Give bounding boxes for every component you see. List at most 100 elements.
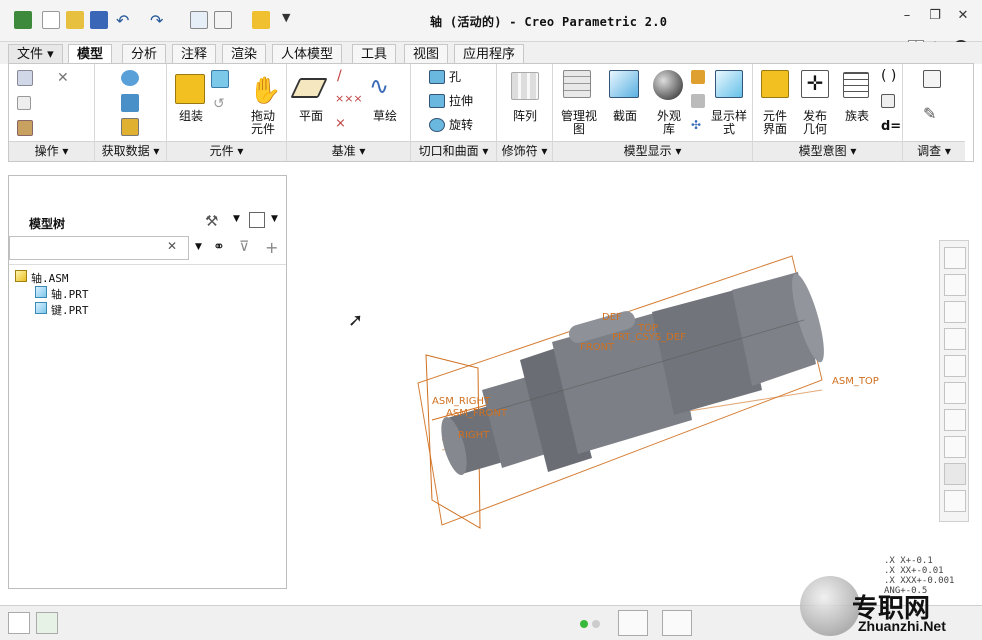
- point-icon[interactable]: ×××: [335, 92, 363, 105]
- new-file-icon[interactable]: [42, 11, 60, 29]
- create-component-icon[interactable]: [211, 70, 229, 88]
- tree-item-part-key[interactable]: 键.PRT: [51, 302, 89, 318]
- restore-icon[interactable]: ❐: [925, 8, 945, 26]
- component-interface-icon[interactable]: [761, 70, 789, 98]
- repeat-icon[interactable]: ↺: [213, 96, 225, 112]
- sketch-button[interactable]: 草绘: [367, 110, 403, 123]
- group-label-component[interactable]: 元件 ▾: [167, 141, 286, 161]
- regenerate-icon[interactable]: [190, 11, 208, 29]
- publish-geometry-icon[interactable]: ✛: [801, 70, 829, 98]
- tools-dropdown-icon[interactable]: ▼: [233, 214, 240, 224]
- parameters-icon[interactable]: [881, 94, 895, 108]
- component-interface-button[interactable]: 元件 界面: [755, 110, 795, 136]
- group-label-modifiers[interactable]: 修饰符 ▾: [497, 141, 552, 161]
- drag-component-button[interactable]: 拖动 元件: [243, 110, 283, 136]
- section-button[interactable]: 截面: [607, 110, 643, 123]
- appearance-gallery-button[interactable]: 外观 库: [649, 110, 689, 136]
- group-label-get-data[interactable]: 获取数据 ▾: [95, 141, 166, 161]
- display-style-icon[interactable]: [944, 355, 966, 377]
- manage-views-button[interactable]: 管理视 图: [557, 110, 601, 136]
- regenerate-icon[interactable]: [17, 70, 33, 86]
- open-folder-icon[interactable]: [66, 11, 84, 29]
- sketch-icon[interactable]: ∿: [369, 72, 389, 100]
- group-label-datum[interactable]: 基准 ▾: [287, 141, 410, 161]
- search-dropdown-icon[interactable]: ▼: [195, 242, 202, 252]
- paste-icon[interactable]: [17, 120, 33, 136]
- perspective-icon[interactable]: ✣: [691, 118, 701, 132]
- revolve-button[interactable]: 旋转: [449, 119, 473, 132]
- group-label-investigate[interactable]: 调查 ▾: [903, 141, 965, 161]
- relations-icon[interactable]: ( ): [881, 68, 896, 84]
- appearance-gallery-icon[interactable]: [653, 70, 683, 100]
- datum-label-asm-right[interactable]: ASM_RIGHT: [432, 396, 491, 407]
- datum-label-front[interactable]: FRONT: [580, 342, 615, 353]
- saved-orientations-icon[interactable]: [944, 382, 966, 404]
- settings-icon[interactable]: [249, 212, 265, 228]
- tab-tools[interactable]: 工具: [352, 44, 397, 64]
- datum-display-icon[interactable]: [944, 436, 966, 458]
- zoom-in-icon[interactable]: [944, 274, 966, 296]
- show-navigator-icon[interactable]: [8, 612, 30, 634]
- pattern-icon[interactable]: [511, 72, 539, 100]
- copy-geometry-icon[interactable]: [121, 94, 139, 112]
- tree-item-part-shaft[interactable]: 轴.PRT: [51, 286, 89, 302]
- annotation-display-icon[interactable]: [944, 463, 966, 485]
- tools-icon[interactable]: ⚒: [205, 212, 218, 230]
- view-manager-icon[interactable]: [944, 409, 966, 431]
- zoom-out-icon[interactable]: [944, 301, 966, 323]
- datum-label-right[interactable]: RIGHT: [458, 430, 490, 441]
- revolve-icon[interactable]: [429, 118, 445, 132]
- close-window-folder-icon[interactable]: [252, 11, 270, 29]
- tab-view[interactable]: 视图: [404, 44, 449, 64]
- hole-button[interactable]: 孔: [449, 71, 461, 84]
- group-label-model-intent[interactable]: 模型意图 ▾: [753, 141, 902, 161]
- plane-button[interactable]: 平面: [293, 110, 329, 123]
- datum-label-def[interactable]: DEF: [602, 312, 622, 323]
- info-icon[interactable]: [923, 70, 941, 88]
- search-input[interactable]: [9, 236, 189, 260]
- group-label-model-display[interactable]: 模型显示 ▾: [553, 141, 752, 161]
- assemble-button[interactable]: 组装: [171, 110, 211, 123]
- layers-icon[interactable]: [691, 94, 705, 108]
- hole-icon[interactable]: [429, 70, 445, 84]
- bar-chart-icon[interactable]: [691, 70, 705, 84]
- settings-dropdown-icon[interactable]: ▼: [271, 214, 278, 224]
- datum-label-top[interactable]: TOP: [637, 323, 658, 334]
- tab-analysis[interactable]: 分析: [122, 44, 167, 64]
- drag-component-icon[interactable]: ✋: [249, 76, 281, 106]
- find-icon[interactable]: ⚭: [213, 239, 225, 255]
- datum-label-asm-front[interactable]: ASM_FRONT: [446, 408, 508, 419]
- tab-render[interactable]: 渲染: [222, 44, 267, 64]
- tab-manikin[interactable]: 人体模型: [272, 44, 343, 64]
- group-label-operations[interactable]: 操作 ▾: [9, 141, 94, 161]
- minimize-icon[interactable]: –: [897, 8, 917, 26]
- close-icon[interactable]: ✕: [953, 8, 973, 26]
- find-icon[interactable]: [618, 610, 648, 636]
- shaft-model[interactable]: [436, 271, 830, 478]
- tab-annotate[interactable]: 注释: [172, 44, 217, 64]
- assemble-icon[interactable]: [175, 74, 205, 104]
- undo-icon[interactable]: ↶: [116, 11, 134, 30]
- display-style-icon[interactable]: [715, 70, 743, 98]
- section-icon[interactable]: [609, 70, 639, 98]
- family-table-button[interactable]: 族表: [837, 110, 877, 123]
- tab-applications[interactable]: 应用程序: [454, 44, 525, 64]
- display-style-button[interactable]: 显示样 式: [709, 110, 749, 136]
- copy-icon[interactable]: [17, 96, 31, 110]
- tab-file[interactable]: 文件 ▾: [8, 44, 63, 64]
- user-defined-feature-icon[interactable]: [121, 70, 139, 86]
- spin-center-icon[interactable]: [944, 490, 966, 512]
- publish-geometry-button[interactable]: 发布 几何: [795, 110, 835, 136]
- filter-icon[interactable]: ⊽: [239, 239, 249, 255]
- extrude-button[interactable]: 拉伸: [449, 95, 473, 108]
- graphics-viewport[interactable]: ASM_TOP ASM_RIGHT ASM_FRONT PRT_CSYS_DEF…: [292, 170, 937, 602]
- clear-search-icon[interactable]: ✕: [167, 239, 177, 253]
- axis-icon[interactable]: /: [337, 68, 342, 84]
- show-browser-icon[interactable]: [36, 612, 58, 634]
- add-column-icon[interactable]: +: [265, 238, 278, 257]
- datum-label-asm-top[interactable]: ASM_TOP: [832, 376, 879, 387]
- pattern-button[interactable]: 阵列: [505, 110, 545, 123]
- reference-viewer-icon[interactable]: ✎: [923, 104, 936, 123]
- windows-icon[interactable]: [214, 11, 232, 29]
- tab-model[interactable]: 模型: [68, 44, 113, 65]
